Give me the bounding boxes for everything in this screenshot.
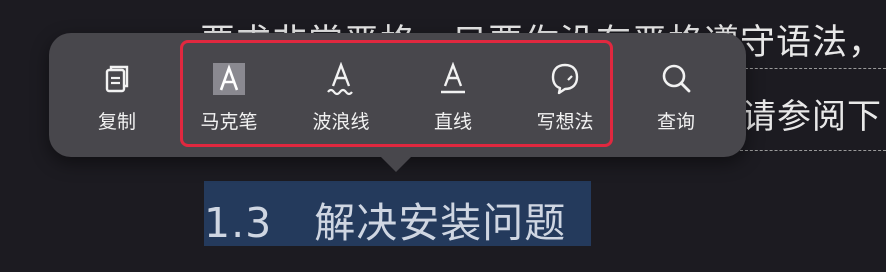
background-text-line-2: 请参阅下 <box>742 97 882 137</box>
copy-icon <box>99 61 135 97</box>
annotation-highlight-box <box>180 40 613 147</box>
dashed-underline-2 <box>740 150 886 151</box>
search-icon <box>658 61 694 97</box>
selected-text-highlight[interactable]: 1.3 解决安装问题 <box>204 181 591 247</box>
copy-label: 复制 <box>97 111 136 133</box>
toolbar-pointer-arrow <box>380 156 412 172</box>
lookup-button[interactable]: 查询 <box>626 33 726 157</box>
copy-button[interactable]: 复制 <box>67 33 167 157</box>
dashed-underline-1 <box>740 68 886 69</box>
lookup-label: 查询 <box>656 111 695 133</box>
selected-heading-text: 1.3 解决安装问题 <box>204 199 567 247</box>
